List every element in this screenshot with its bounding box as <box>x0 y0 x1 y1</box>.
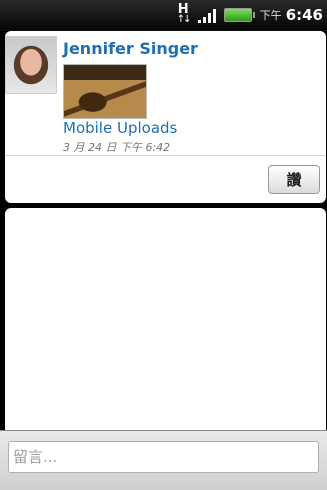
status-indicators: H ↑↓ 下午 6:46 <box>176 0 323 30</box>
signal-strength-icon <box>197 7 216 23</box>
clock-time: 6:46 <box>285 6 323 24</box>
comment-bar <box>0 430 327 490</box>
card-divider <box>5 155 326 156</box>
post-timestamp: 3 月 24 日 下午 6:42 <box>63 141 171 154</box>
clock-ampm: 下午 <box>259 9 282 22</box>
author-name-link[interactable]: Jennifer Singer <box>63 39 198 58</box>
network-h-plus-icon: H ↑↓ <box>176 2 192 25</box>
comment-input[interactable] <box>8 441 319 473</box>
like-button[interactable]: 讚 <box>268 165 320 194</box>
battery-icon <box>223 8 255 22</box>
post-card: Jennifer Singer Mobile Uploads 3 月 24 日 … <box>5 31 326 203</box>
post-photo-thumbnail[interactable] <box>63 64 147 119</box>
comments-panel <box>5 208 326 430</box>
album-link[interactable]: Mobile Uploads <box>63 119 177 137</box>
status-bar: H ↑↓ 下午 6:46 <box>0 0 327 31</box>
author-avatar[interactable] <box>5 36 57 94</box>
